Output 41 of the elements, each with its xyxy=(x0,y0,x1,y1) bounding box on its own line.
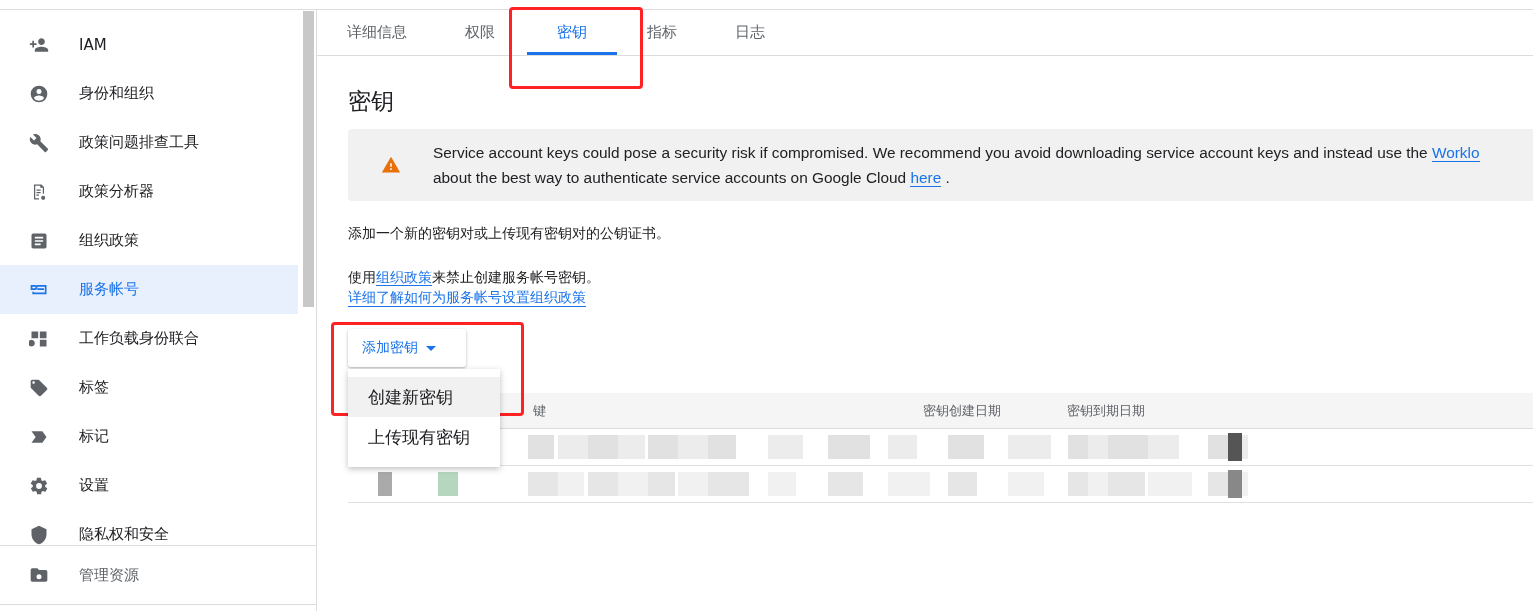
caret-icon xyxy=(426,345,436,351)
sidebar-item[interactable]: 服务帐号 xyxy=(0,265,298,314)
link[interactable]: Worklo xyxy=(1431,144,1480,162)
column-header: 密钥创建日期 xyxy=(923,402,1001,420)
gear-icon xyxy=(29,475,49,496)
tab[interactable]: 密钥 xyxy=(527,10,617,55)
policy-link[interactable]: 组织政策 xyxy=(376,269,432,286)
learn-more-link[interactable]: 详细了解如何为服务帐号设置组织政策 xyxy=(348,288,586,307)
sidebar-item[interactable]: 身份和组织 xyxy=(0,69,298,118)
description-text: 添加一个新的密钥对或上传现有密钥对的公钥证书。 xyxy=(348,225,671,243)
wrench-icon xyxy=(29,132,49,153)
section-title: 密钥 xyxy=(348,87,395,116)
link[interactable]: here xyxy=(910,169,942,187)
warning-text: Service account keys could pose a security risk if compromised. We recommend you avoid downloading service account keys and instead use the Worklo xyxy=(433,143,1480,164)
scrollbar[interactable] xyxy=(303,11,314,307)
sidebar-item[interactable]: 政策问题排查工具 xyxy=(0,118,298,167)
sidebar-item[interactable]: 政策分析器 xyxy=(0,167,298,216)
warning-text: about the best way to authenticate service accounts on Google Cloud here . xyxy=(433,168,951,189)
account-icon xyxy=(29,83,49,104)
menu-item[interactable]: 上传现有密钥 xyxy=(348,417,500,457)
tab[interactable]: 权限 xyxy=(465,10,495,55)
tag-icon xyxy=(29,377,49,398)
shield-icon xyxy=(29,524,49,545)
tab[interactable]: 详细信息 xyxy=(347,10,407,55)
warning-icon xyxy=(381,155,401,175)
sidebar-item[interactable]: 隐私权和安全 xyxy=(0,510,298,545)
column-header: 密钥到期日期 xyxy=(1067,402,1145,420)
sidebar-item[interactable]: 组织政策 xyxy=(0,216,298,265)
add-key-button[interactable]: 添加密钥 xyxy=(348,329,466,367)
sidebar-item[interactable]: 工作负载身份联合 xyxy=(0,314,298,363)
sidebar-item[interactable]: 设置 xyxy=(0,461,298,510)
menu-item[interactable]: 创建新密钥 xyxy=(348,377,500,417)
policy-text: 使用组织政策来禁止创建服务帐号密钥。 xyxy=(348,268,601,287)
sidebar-item[interactable]: 标签 xyxy=(0,363,298,412)
column-header: 键 xyxy=(533,402,546,420)
sidebar-item[interactable]: IAM xyxy=(0,20,298,69)
folder-icon xyxy=(29,565,49,585)
sidebar-footer-item[interactable]: 管理资源 xyxy=(0,546,316,605)
tab[interactable]: 指标 xyxy=(647,10,677,55)
tab[interactable]: 日志 xyxy=(735,10,765,55)
sidebar-item[interactable]: 标记 xyxy=(0,412,298,461)
